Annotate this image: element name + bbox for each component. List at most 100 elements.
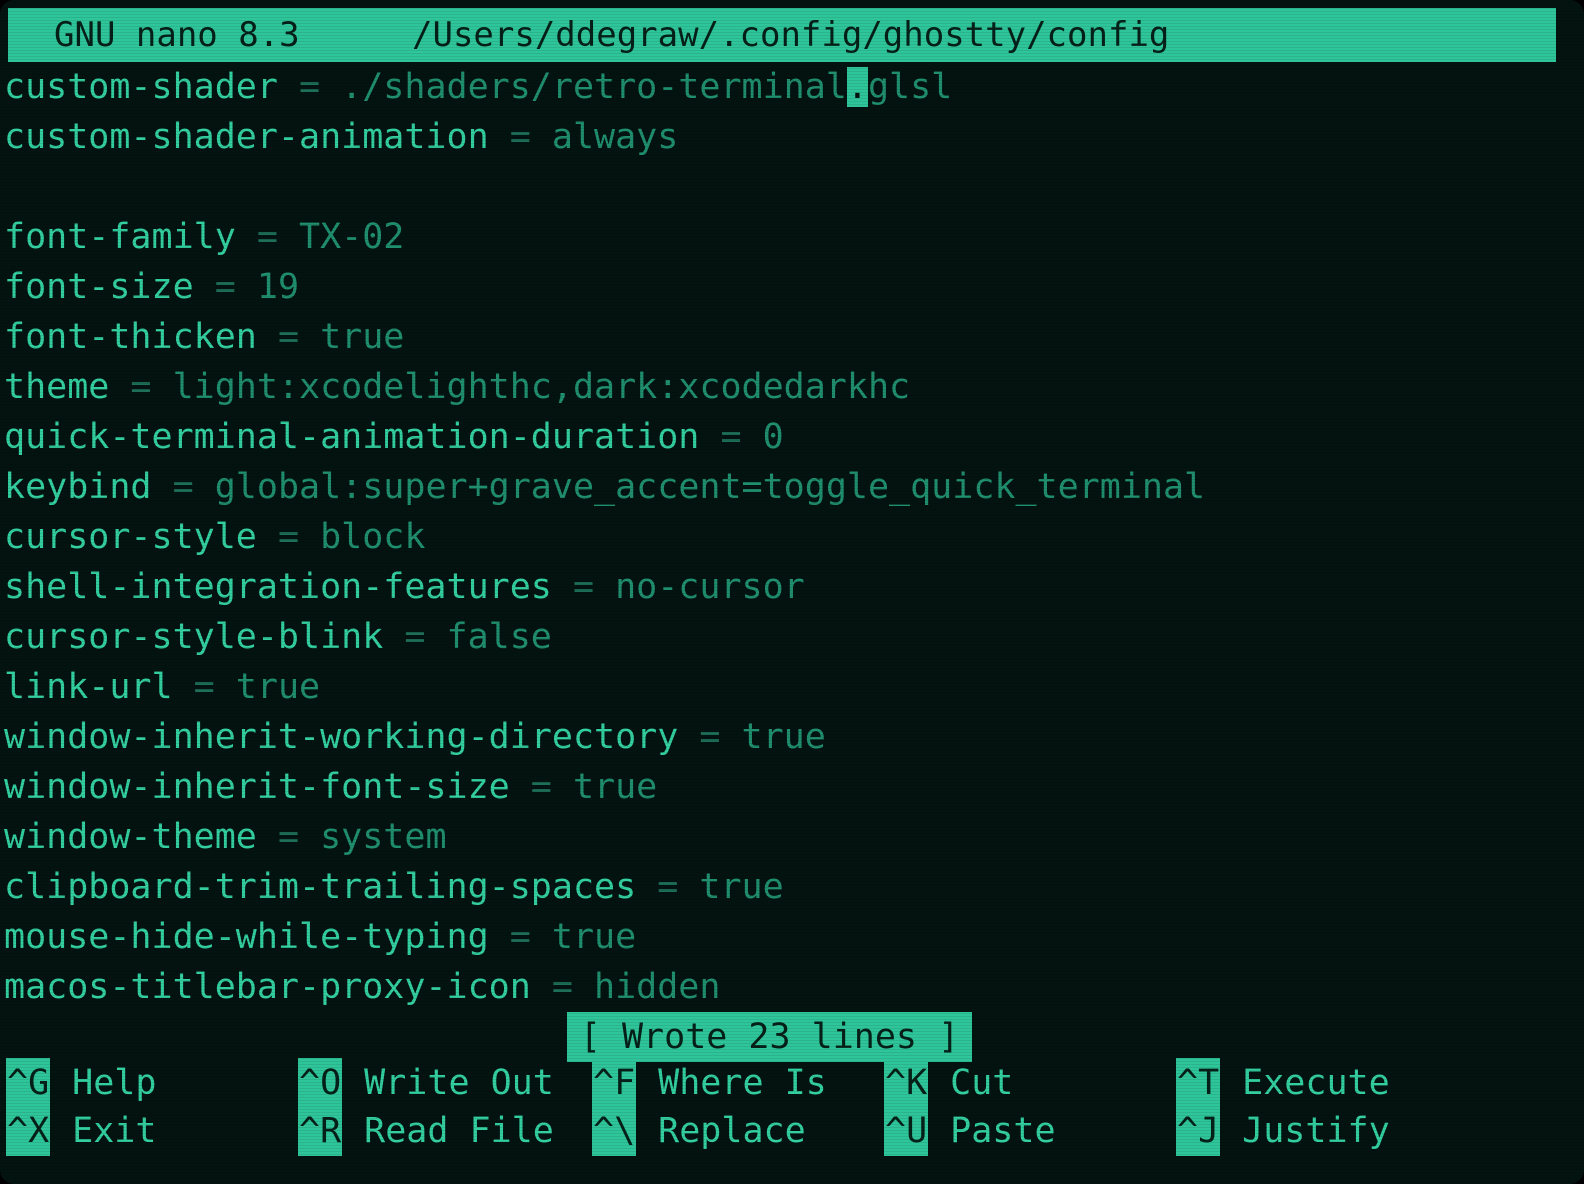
shortcut-write-out[interactable]: ^O Write Out xyxy=(298,1058,554,1108)
config-key: window-theme xyxy=(4,817,257,857)
config-line[interactable]: cursor-style-blink = false xyxy=(4,612,552,662)
shortcut-label: Paste xyxy=(950,1111,1056,1151)
shortcut-key: ^K xyxy=(884,1058,929,1108)
config-key: shell-integration-features xyxy=(4,567,552,607)
config-key: quick-terminal-animation-duration xyxy=(4,417,700,457)
nano-title-bar: GNU nano 8.3 /Users/ddegraw/.config/ghos… xyxy=(8,8,1556,62)
shortcut-justify[interactable]: ^J Justify xyxy=(1176,1106,1390,1156)
shortcut-replace[interactable]: ^\ Replace xyxy=(592,1106,806,1156)
app-version: GNU nano 8.3 xyxy=(54,15,300,55)
shortcut-key: ^F xyxy=(592,1058,637,1108)
shortcut-label: Justify xyxy=(1242,1111,1390,1151)
config-line[interactable]: theme = light:xcodelighthc,dark:xcodedar… xyxy=(4,362,910,412)
equals-sign: = xyxy=(109,367,173,407)
config-line[interactable]: window-inherit-font-size = true xyxy=(4,762,657,812)
config-key: custom-shader-animation xyxy=(4,117,489,157)
shortcut-read-file[interactable]: ^R Read File xyxy=(298,1106,554,1156)
config-line[interactable]: mouse-hide-while-typing = true xyxy=(4,912,636,962)
config-line[interactable]: custom-shader = ./shaders/retro-terminal… xyxy=(4,62,952,112)
shortcut-key: ^O xyxy=(298,1058,343,1108)
shortcut-where-is[interactable]: ^F Where Is xyxy=(592,1058,827,1108)
config-value: true xyxy=(741,717,826,757)
equals-sign: = xyxy=(530,967,595,1007)
terminal-screen[interactable]: GNU nano 8.3 /Users/ddegraw/.config/ghos… xyxy=(0,0,1584,1184)
config-key: window-inherit-working-directory xyxy=(4,717,679,757)
equals-sign: = xyxy=(193,267,257,307)
config-value: false xyxy=(446,617,552,657)
equals-sign: = xyxy=(509,767,573,807)
config-value: true xyxy=(572,767,658,807)
equals-sign: = xyxy=(488,917,552,957)
shortcut-exit[interactable]: ^X Exit xyxy=(6,1106,156,1156)
config-key: mouse-hide-while-typing xyxy=(4,917,489,957)
config-key: macos-titlebar-proxy-icon xyxy=(4,967,531,1007)
shortcut-label: Where Is xyxy=(658,1063,827,1103)
config-line[interactable]: quick-terminal-animation-duration = 0 xyxy=(4,412,784,462)
config-line[interactable]: shell-integration-features = no-cursor xyxy=(4,562,805,612)
config-value: 19 xyxy=(256,267,300,307)
config-value: ./shaders/retro-terminal xyxy=(341,67,847,107)
config-value: always xyxy=(551,117,679,157)
config-value: true xyxy=(320,317,405,357)
config-value: 0 xyxy=(762,417,784,457)
shortcut-key: ^R xyxy=(298,1106,343,1156)
config-value: system xyxy=(320,817,447,857)
config-line[interactable]: link-url = true xyxy=(4,662,320,712)
equals-sign: = xyxy=(699,417,763,457)
config-key: link-url xyxy=(4,667,173,707)
config-value: true xyxy=(551,917,637,957)
status-message: [ Wrote 23 lines ] xyxy=(567,1012,972,1062)
equals-sign: = xyxy=(172,667,236,707)
config-value: no-cursor xyxy=(615,567,805,607)
config-key: custom-shader xyxy=(4,67,278,107)
config-value: hidden xyxy=(594,967,721,1007)
equals-sign: = xyxy=(488,117,552,157)
config-key: font-thicken xyxy=(4,317,257,357)
config-line[interactable]: font-size = 19 xyxy=(4,262,299,312)
equals-sign: = xyxy=(678,717,742,757)
config-line[interactable]: macos-titlebar-proxy-icon = hidden xyxy=(4,962,720,1012)
shortcut-label: Help xyxy=(72,1063,157,1103)
shortcut-label: Exit xyxy=(72,1111,157,1151)
shortcut-key: ^\ xyxy=(592,1106,637,1156)
shortcut-help[interactable]: ^G Help xyxy=(6,1058,156,1108)
config-key: cursor-style xyxy=(4,517,257,557)
shortcut-label: Cut xyxy=(950,1063,1014,1103)
config-line[interactable]: cursor-style = block xyxy=(4,512,425,562)
equals-sign: = xyxy=(256,517,321,557)
config-value: block xyxy=(320,517,426,557)
shortcut-key: ^G xyxy=(6,1058,51,1108)
shortcut-label: Write Out xyxy=(364,1063,554,1103)
shortcut-label: Execute xyxy=(1242,1063,1390,1103)
config-key: font-family xyxy=(4,217,236,257)
config-line[interactable]: font-family = TX-02 xyxy=(4,212,404,262)
equals-sign: = xyxy=(551,567,616,607)
config-line[interactable]: clipboard-trim-trailing-spaces = true xyxy=(4,862,784,912)
config-line[interactable]: font-thicken = true xyxy=(4,312,404,362)
config-key: cursor-style-blink xyxy=(4,617,384,657)
file-path: /Users/ddegraw/.config/ghostty/config xyxy=(412,15,1170,55)
shortcut-paste[interactable]: ^U Paste xyxy=(884,1106,1056,1156)
equals-sign: = xyxy=(636,867,700,907)
config-key: theme xyxy=(4,367,110,407)
shortcut-execute[interactable]: ^T Execute xyxy=(1176,1058,1390,1108)
shortcut-label: Read File xyxy=(364,1111,554,1151)
config-line[interactable]: window-theme = system xyxy=(4,812,447,862)
config-value: light:xcodelighthc,dark:xcodedarkhc xyxy=(172,367,911,407)
shortcut-key: ^U xyxy=(884,1106,929,1156)
config-line[interactable]: window-inherit-working-directory = true xyxy=(4,712,826,762)
equals-sign: = xyxy=(151,467,215,507)
shortcut-cut[interactable]: ^K Cut xyxy=(884,1058,1013,1108)
equals-sign: = xyxy=(383,617,447,657)
config-value: true xyxy=(235,667,321,707)
config-key: font-size xyxy=(4,267,194,307)
equals-sign: = xyxy=(256,317,321,357)
shortcut-key: ^J xyxy=(1176,1106,1221,1156)
config-key: window-inherit-font-size xyxy=(4,767,510,807)
config-line[interactable]: custom-shader-animation = always xyxy=(4,112,678,162)
config-line[interactable]: keybind = global:super+grave_accent=togg… xyxy=(4,462,1205,512)
config-key: clipboard-trim-trailing-spaces xyxy=(4,867,637,907)
config-value: TX-02 xyxy=(299,217,405,257)
config-value-rest: glsl xyxy=(867,67,953,107)
shortcut-label: Replace xyxy=(658,1111,806,1151)
